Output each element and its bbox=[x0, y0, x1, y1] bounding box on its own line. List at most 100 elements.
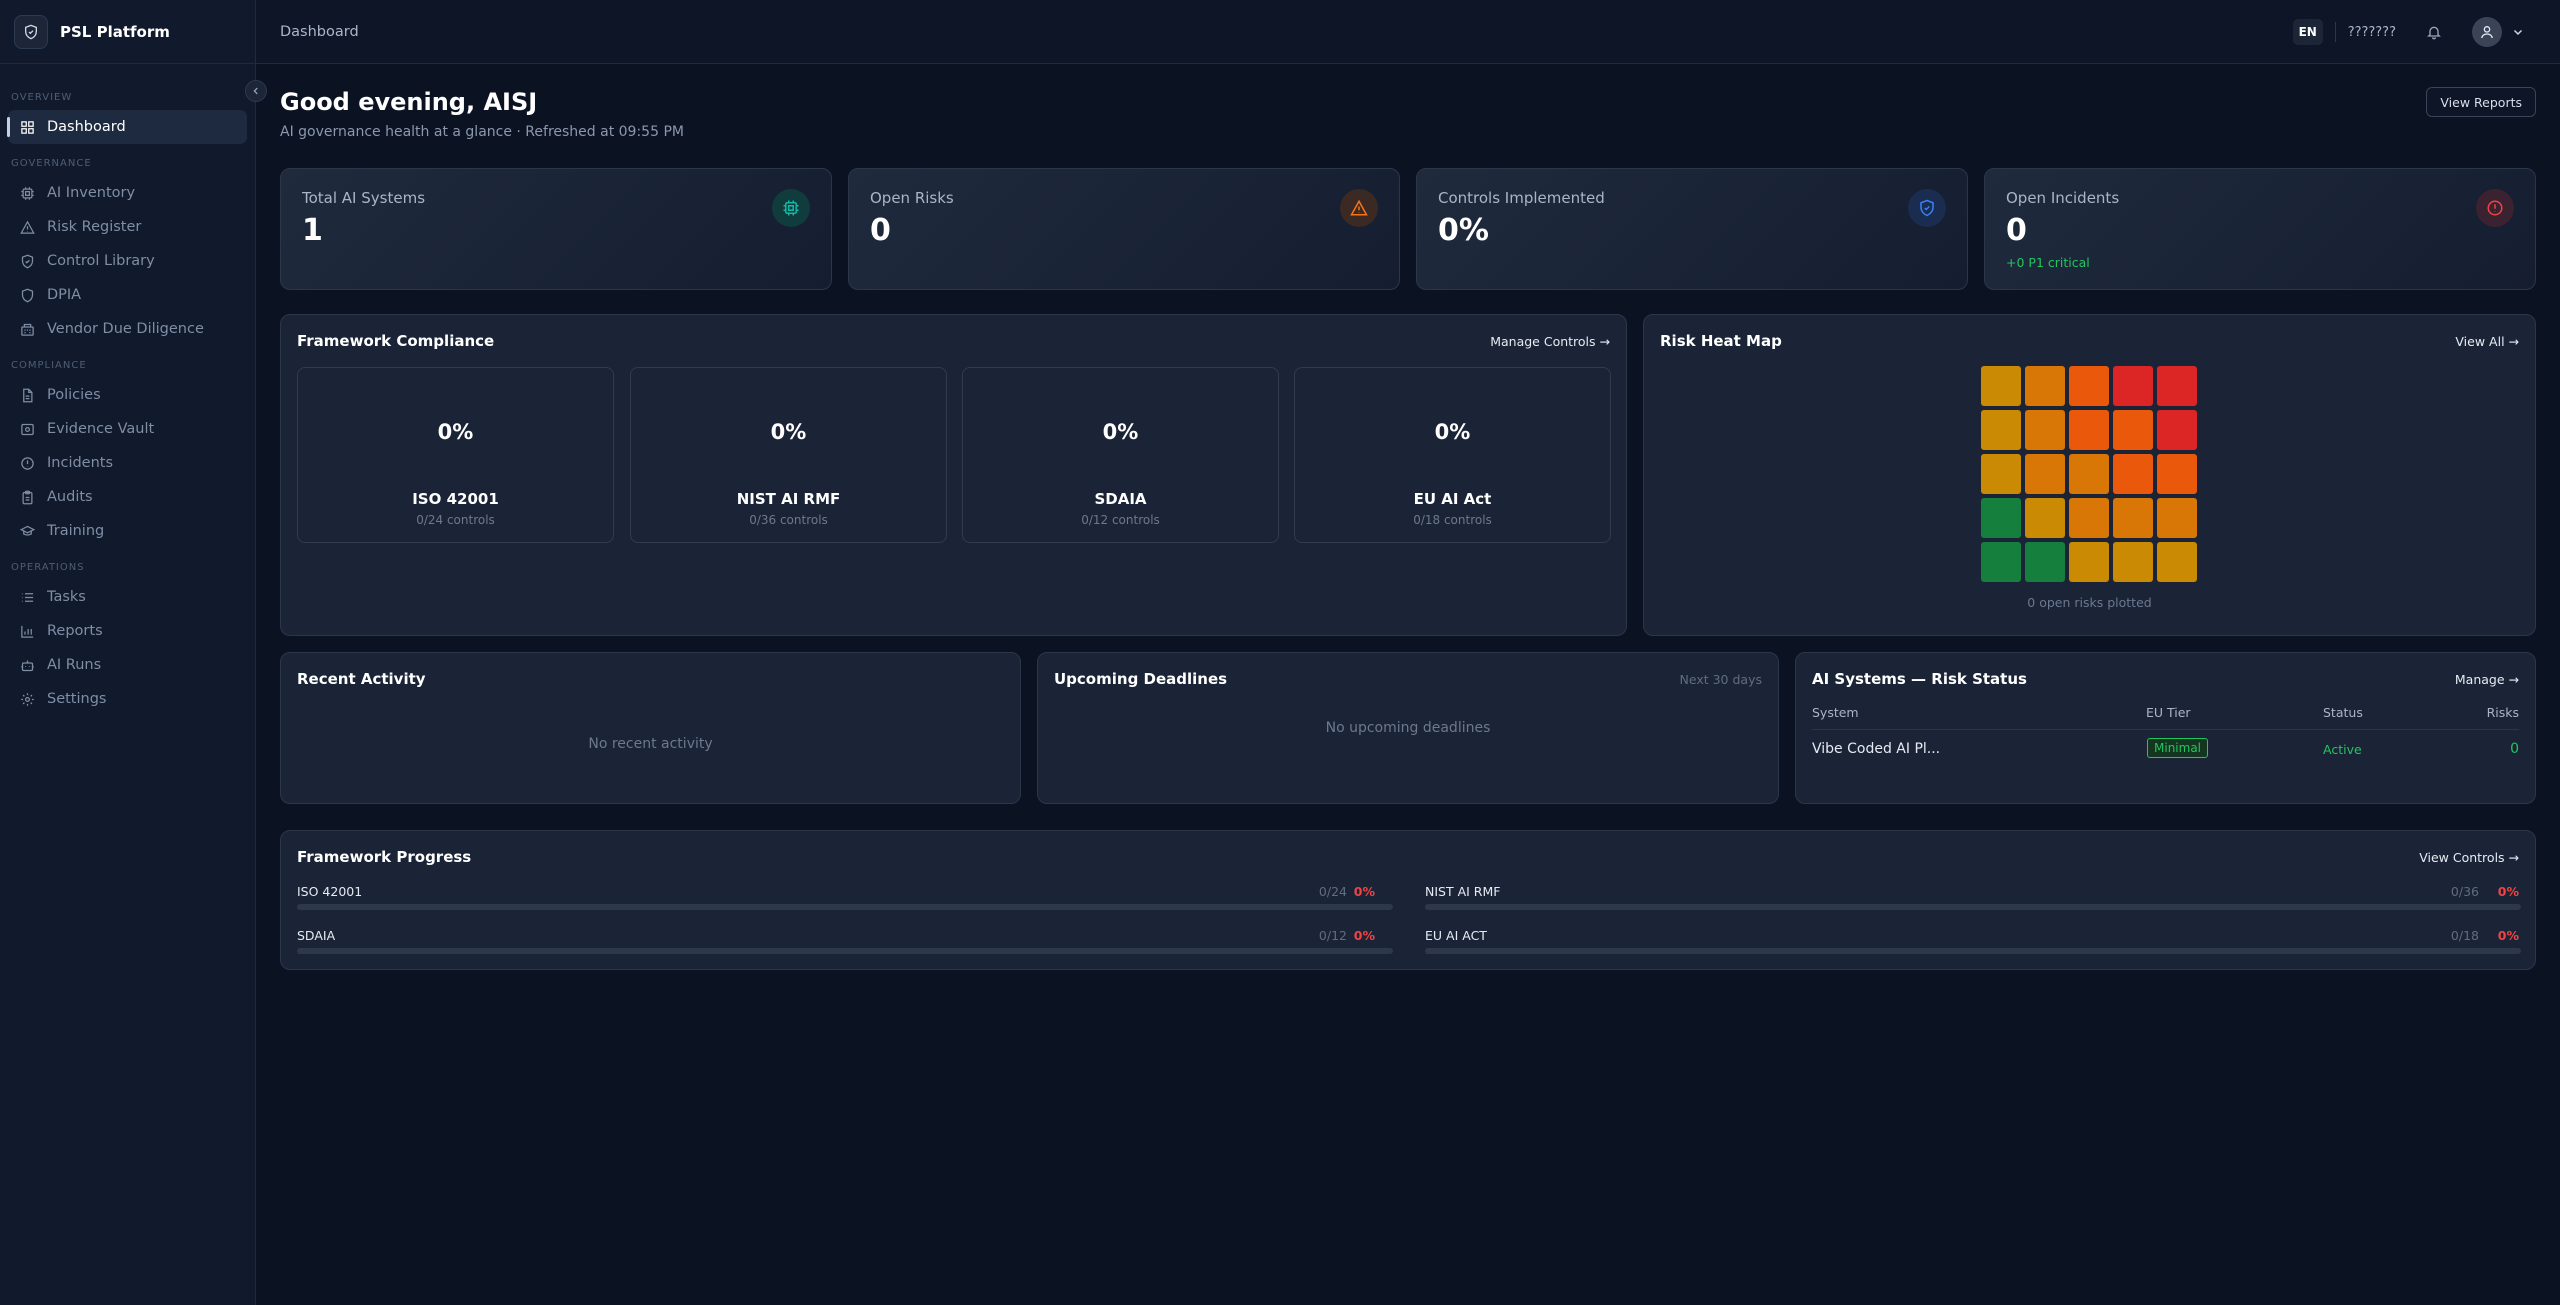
heat-cell[interactable] bbox=[2113, 454, 2153, 494]
framework-percent: 0% bbox=[770, 420, 807, 444]
stat-card-controls-implemented[interactable]: Controls Implemented 0% bbox=[1416, 168, 1968, 290]
system-name-cell[interactable]: Vibe Coded AI Pl... bbox=[1812, 741, 1940, 757]
sidebar-item-settings[interactable]: Settings bbox=[8, 682, 247, 716]
framework-card-nist-ai-rmf[interactable]: 0% NIST AI RMF 0/36 controls bbox=[630, 367, 947, 543]
stat-label: Open Incidents bbox=[2006, 189, 2120, 207]
heat-cell[interactable] bbox=[2113, 366, 2153, 406]
heat-cell[interactable] bbox=[2069, 498, 2109, 538]
heat-cell[interactable] bbox=[1981, 410, 2021, 450]
gear-icon bbox=[21, 692, 34, 706]
heat-cell[interactable] bbox=[2113, 542, 2153, 582]
heat-cell[interactable] bbox=[1981, 542, 2021, 582]
progress-bar bbox=[1425, 904, 2521, 910]
sidebar-item-incidents[interactable]: Incidents bbox=[8, 446, 247, 480]
sidebar-item-audits[interactable]: Audits bbox=[8, 480, 247, 514]
framework-card-iso-42001[interactable]: 0% ISO 42001 0/24 controls bbox=[297, 367, 614, 543]
sidebar-item-label: Audits bbox=[47, 489, 93, 505]
nav-group-overview: Overview bbox=[11, 92, 73, 103]
shield-logo-icon bbox=[14, 14, 48, 49]
heat-cell[interactable] bbox=[2069, 454, 2109, 494]
chevron-down-icon[interactable] bbox=[2512, 26, 2524, 38]
avatar[interactable] bbox=[2472, 17, 2502, 47]
alert-circle-icon bbox=[21, 456, 34, 470]
framework-name: ISO 42001 bbox=[412, 490, 499, 508]
progress-label: SDAIA bbox=[297, 928, 336, 943]
heat-cell[interactable] bbox=[2157, 542, 2197, 582]
heat-cell[interactable] bbox=[2069, 366, 2109, 406]
heat-cell[interactable] bbox=[2113, 498, 2153, 538]
column-header-eu-tier: EU Tier bbox=[2146, 705, 2191, 720]
heat-cell[interactable] bbox=[2069, 410, 2109, 450]
collapse-sidebar-button[interactable] bbox=[245, 80, 267, 102]
nav-group-operations: Operations bbox=[11, 562, 85, 573]
table-divider bbox=[1812, 729, 2519, 730]
card-title: Framework Compliance bbox=[297, 332, 495, 350]
framework-controls: 0/36 controls bbox=[749, 513, 828, 527]
sidebar-item-policies[interactable]: Policies bbox=[8, 378, 247, 412]
graduation-cap-icon bbox=[20, 525, 35, 536]
heat-cell[interactable] bbox=[2113, 410, 2153, 450]
progress-percent: 0% bbox=[1353, 884, 1375, 899]
heat-cell[interactable] bbox=[2025, 410, 2065, 450]
stat-value: 0 bbox=[870, 213, 891, 248]
sidebar-item-ai-runs[interactable]: AI Runs bbox=[8, 648, 247, 682]
framework-controls: 0/24 controls bbox=[416, 513, 495, 527]
stat-label: Total AI Systems bbox=[302, 189, 426, 207]
heat-cell[interactable] bbox=[2025, 542, 2065, 582]
view-all-link[interactable]: View All → bbox=[2455, 334, 2519, 349]
sidebar-item-risk-register[interactable]: Risk Register bbox=[8, 210, 247, 244]
stat-card-total-ai-systems[interactable]: Total AI Systems 1 bbox=[280, 168, 832, 290]
breadcrumb: Dashboard bbox=[280, 23, 359, 40]
framework-card-eu-ai-act[interactable]: 0% EU AI Act 0/18 controls bbox=[1294, 367, 1611, 543]
warning-icon bbox=[1340, 189, 1378, 227]
risk-heat-map-card: Risk Heat Map View All → 0 open risks pl… bbox=[1643, 314, 2536, 636]
risk-status-card: AI Systems — Risk Status Manage → System… bbox=[1795, 652, 2536, 804]
progress-label: NIST AI RMF bbox=[1425, 884, 1501, 899]
sidebar-item-dpia[interactable]: DPIA bbox=[8, 278, 247, 312]
progress-label: EU AI ACT bbox=[1425, 928, 1487, 943]
manage-controls-link[interactable]: Manage Controls → bbox=[1490, 334, 1610, 349]
brand[interactable]: PSL Platform bbox=[0, 0, 255, 64]
bar-chart-icon bbox=[21, 625, 34, 638]
heat-cell[interactable] bbox=[1981, 454, 2021, 494]
stat-card-open-incidents[interactable]: Open Incidents 0 +0 P1 critical bbox=[1984, 168, 2536, 290]
heat-map-grid bbox=[1981, 366, 2197, 582]
empty-message: No recent activity bbox=[588, 736, 713, 752]
language-switcher[interactable]: EN bbox=[2292, 19, 2323, 45]
view-controls-link[interactable]: View Controls → bbox=[2419, 850, 2519, 865]
heat-cell[interactable] bbox=[2157, 366, 2197, 406]
manage-link[interactable]: Manage → bbox=[2455, 672, 2519, 687]
sidebar-item-control-library[interactable]: Control Library bbox=[8, 244, 247, 278]
stat-card-open-risks[interactable]: Open Risks 0 bbox=[848, 168, 1400, 290]
chip-icon bbox=[21, 186, 34, 200]
sidebar-item-vendor-due-diligence[interactable]: Vendor Due Diligence bbox=[8, 312, 247, 346]
sidebar-item-tasks[interactable]: Tasks bbox=[8, 580, 247, 614]
heat-cell[interactable] bbox=[2069, 542, 2109, 582]
sidebar-item-dashboard[interactable]: Dashboard bbox=[7, 110, 247, 144]
bell-icon[interactable] bbox=[2426, 24, 2442, 40]
sidebar-item-label: Control Library bbox=[47, 253, 155, 269]
page-subtitle: AI governance health at a glance · Refre… bbox=[280, 124, 684, 140]
heat-cell[interactable] bbox=[2025, 366, 2065, 406]
list-icon bbox=[21, 592, 34, 602]
sidebar-item-evidence-vault[interactable]: Evidence Vault bbox=[8, 412, 247, 446]
heat-cell[interactable] bbox=[2025, 498, 2065, 538]
recent-activity-card: Recent Activity No recent activity bbox=[280, 652, 1021, 804]
sidebar-item-ai-inventory[interactable]: AI Inventory bbox=[8, 176, 247, 210]
column-header-system: System bbox=[1812, 705, 1859, 720]
heat-cell[interactable] bbox=[1981, 366, 2021, 406]
sidebar-item-label: Evidence Vault bbox=[47, 421, 155, 437]
heat-cell[interactable] bbox=[1981, 498, 2021, 538]
heat-cell[interactable] bbox=[2157, 498, 2197, 538]
heat-cell[interactable] bbox=[2157, 410, 2197, 450]
heat-cell[interactable] bbox=[2157, 454, 2197, 494]
progress-bar bbox=[297, 948, 1393, 954]
sidebar-item-reports[interactable]: Reports bbox=[8, 614, 247, 648]
progress-count: 0/24 bbox=[1318, 884, 1347, 899]
progress-count: 0/12 bbox=[1318, 928, 1347, 943]
view-reports-button[interactable]: View Reports bbox=[2426, 87, 2536, 117]
sidebar-item-training[interactable]: Training bbox=[8, 514, 247, 548]
framework-card-sdaia[interactable]: 0% SDAIA 0/12 controls bbox=[962, 367, 1279, 543]
nav-group-governance: Governance bbox=[11, 158, 92, 169]
heat-cell[interactable] bbox=[2025, 454, 2065, 494]
